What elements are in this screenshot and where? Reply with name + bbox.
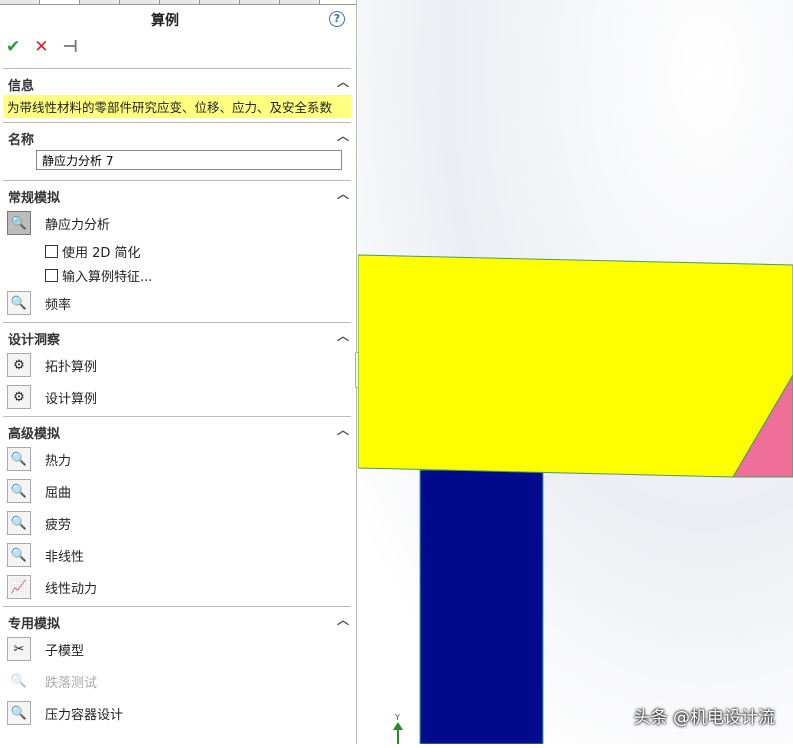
thermal-icon: 🔍 [7,447,31,471]
nonlinear-icon: 🔍 [7,543,31,567]
info-section: 信息 ︿ 为带线性材料的零部件研究应变、位移、应力、及安全系数 [3,68,351,118]
panel-tabs [0,0,356,5]
item-label: 子模型 [45,643,85,659]
item-label: 设计算例 [45,391,98,407]
submodel-icon: ✂ [7,637,31,661]
section-header: 常规模拟 [8,191,61,206]
item-label: 频率 [45,297,72,313]
buckling-icon: 🔍 [7,479,31,503]
linear-dynamic-icon: 📈 [7,575,31,599]
collapse-icon[interactable]: ︿ [337,73,349,90]
drop-test-icon: 🔍 [10,673,28,689]
static-study-icon: 🔍 [7,211,31,235]
tab[interactable] [240,0,280,4]
section-header: 名称 [8,133,35,148]
collapse-icon[interactable]: ︿ [337,127,349,144]
study-drop-test: 🔍 跌落测试 [3,665,351,697]
tab[interactable] [40,0,80,4]
tab[interactable] [160,0,200,4]
checkbox-label: 输入算例特征... [62,269,153,285]
study-linear-dynamic[interactable]: 📈 线性动力 [3,571,351,603]
general-simulation-section: 常规模拟 ︿ 🔍 静应力分析 使用 2D 简化 输入算例特征... 🔍 频率 [3,180,351,319]
item-label: 拓扑算例 [45,359,98,375]
study-design[interactable]: ⚙ 设计算例 [3,381,351,413]
name-section: 名称 ︿ [3,122,351,170]
watermark: 头条 @机电设计流 [633,708,775,728]
study-submodel[interactable]: ✂ 子模型 [3,633,351,665]
study-frequency[interactable]: 🔍 频率 [3,287,351,319]
item-label: 疲劳 [45,517,72,533]
axis-label: Y [394,713,400,722]
help-icon[interactable]: ? [329,11,345,27]
design-insight-section: 设计洞察 ︿ ⚙ 拓扑算例 ⚙ 设计算例 [3,322,351,413]
section-header: 设计洞察 [8,333,61,348]
design-study-icon: ⚙ [7,385,31,409]
study-static[interactable]: 🔍 静应力分析 [3,207,351,239]
item-label: 压力容器设计 [45,707,124,723]
item-label: 非线性 [45,549,85,565]
column-body [419,469,544,745]
item-label: 跌落测试 [45,675,98,691]
tab[interactable] [120,0,160,4]
fatigue-icon: 🔍 [7,511,31,535]
use-2d-checkbox[interactable]: 使用 2D 简化 [3,239,351,263]
topology-icon: ⚙ [7,353,31,377]
pressure-vessel-icon: 🔍 [7,701,31,725]
checkbox-label: 使用 2D 简化 [62,245,141,261]
frequency-icon: 🔍 [7,291,31,315]
tab[interactable] [80,0,120,4]
study-pressure-vessel[interactable]: 🔍 压力容器设计 [3,697,351,729]
study-topology[interactable]: ⚙ 拓扑算例 [3,349,351,381]
collapse-icon[interactable]: ︿ [337,327,349,344]
collapse-icon[interactable]: ︿ [337,611,349,628]
tab[interactable] [200,0,240,4]
ok-button[interactable]: ✔ [6,37,20,57]
panel-title: 算例 [151,13,179,29]
study-thermal[interactable]: 🔍 热力 [3,443,351,475]
section-header: 高级模拟 [8,427,61,442]
study-property-panel: 算例 ? ✔ ✕ ⊣ 信息 ︿ 为带线性材料的零部件研究应变、位移、应力、及安全系… [0,0,357,744]
pin-button[interactable]: ⊣ [63,37,79,57]
tab[interactable] [0,0,40,4]
item-label: 屈曲 [45,485,72,501]
item-label: 静应力分析 [45,217,111,233]
item-label: 线性动力 [45,581,98,597]
cancel-button[interactable]: ✕ [34,37,48,57]
item-label: 热力 [45,453,72,469]
study-fatigue[interactable]: 🔍 疲劳 [3,507,351,539]
collapse-icon[interactable]: ︿ [337,421,349,438]
advanced-simulation-section: 高级模拟 ︿ 🔍 热力 🔍 屈曲 🔍 疲劳 🔍 非线性 📈 线性动力 [3,416,351,603]
tab[interactable] [280,0,320,4]
collapse-icon[interactable]: ︿ [337,185,349,202]
info-text: 为带线性材料的零部件研究应变、位移、应力、及安全系数 [3,95,351,118]
section-header: 信息 [8,79,35,94]
study-name-input[interactable] [36,150,342,170]
study-nonlinear[interactable]: 🔍 非线性 [3,539,351,571]
graphics-viewport[interactable]: Y 头条 @机电设计流 [357,0,793,745]
section-header: 专用模拟 [8,617,61,632]
special-simulation-section: 专用模拟 ︿ ✂ 子模型 🔍 跌落测试 🔍 压力容器设计 [3,606,351,729]
beam-body [357,254,793,478]
study-buckling[interactable]: 🔍 屈曲 [3,475,351,507]
import-study-features-checkbox[interactable]: 输入算例特征... [3,263,351,287]
